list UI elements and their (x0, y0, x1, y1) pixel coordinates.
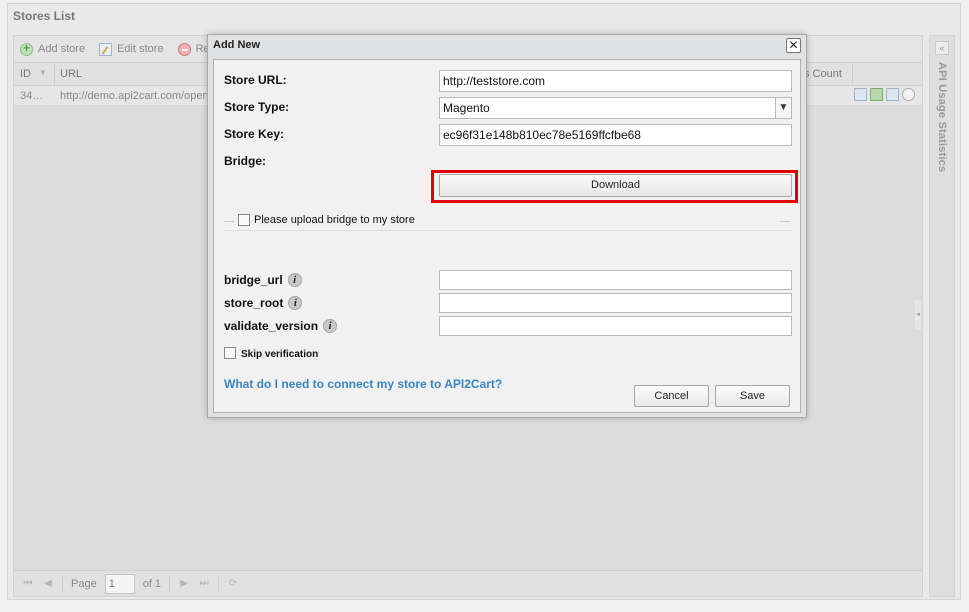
pager-divider (169, 575, 171, 592)
refresh-icon[interactable] (870, 88, 883, 101)
save-button[interactable]: Save (715, 385, 790, 407)
store-url-label: Store URL: (224, 73, 287, 87)
info-icon[interactable]: i (287, 273, 302, 287)
page-count-label: of 1 (142, 577, 162, 590)
dialog-form: Store URL: http://teststore.com Store Ty… (213, 59, 801, 413)
pagination-bar: ⏮ ◀ Page of 1 ▶ ⏭ ⟳ (14, 570, 922, 596)
row-url: http://demo.api2cart.com/open (60, 90, 209, 102)
bridge-url-input[interactable] (439, 270, 792, 290)
info-icon[interactable]: i (288, 296, 303, 310)
remove-store-button[interactable]: Re (177, 42, 210, 56)
fieldset-divider (224, 230, 792, 231)
close-icon[interactable]: ✕ (786, 38, 801, 53)
edit-icon (99, 42, 113, 56)
add-icon (20, 41, 33, 56)
window-title: Stores List (13, 9, 76, 23)
upload-bridge-legend: Please upload bridge to my store (254, 214, 415, 226)
row-id: 34… (20, 90, 44, 102)
add-store-label: Add store (38, 43, 86, 55)
side-panel-title[interactable]: API Usage Statistics (936, 62, 948, 172)
info-icon[interactable]: i (323, 319, 338, 333)
page-label: Page (71, 577, 97, 590)
store-type-label: Store Type: (224, 100, 290, 114)
skip-verification-label: Skip verification (241, 349, 319, 360)
pager-divider (218, 575, 220, 592)
column-header-count[interactable]: s Count (804, 68, 842, 80)
validate-version-input[interactable] (439, 316, 792, 336)
remove-icon (177, 42, 191, 56)
bridge-label: Bridge: (224, 154, 266, 168)
row-actions (854, 88, 915, 101)
pager-divider (62, 575, 63, 592)
api-usage-side-panel: « API Usage Statistics (929, 35, 955, 597)
last-page-icon[interactable]: ⏭ (198, 578, 210, 590)
bridge-url-text: bridge_url (224, 273, 283, 287)
first-page-icon[interactable]: ⏮ (22, 578, 34, 590)
store-url-input[interactable]: http://teststore.com (439, 70, 792, 92)
download-bridge-button[interactable]: Download (439, 174, 792, 197)
fieldset-border (224, 221, 234, 222)
add-new-dialog: Add New ✕ Store URL: http://teststore.co… (207, 34, 807, 418)
store-root-label: store_root i (224, 296, 303, 310)
bridge-url-label: bridge_url i (224, 273, 302, 287)
validate-version-label: validate_version i (224, 319, 338, 333)
store-root-text: store_root (224, 296, 284, 310)
chevron-down-icon[interactable]: ▼ (775, 98, 791, 118)
skip-verification-checkbox[interactable] (224, 347, 236, 359)
column-header-url[interactable]: URL (60, 68, 82, 80)
store-key-input[interactable]: ec96f31e148b810ec78e5169ffcfbe68 (439, 124, 792, 146)
edit-store-button[interactable]: Edit store (99, 42, 164, 56)
reload-icon[interactable]: ⟳ (227, 578, 239, 590)
edit-store-label: Edit store (117, 43, 164, 55)
store-type-value: Magento (443, 101, 490, 115)
details-icon[interactable] (854, 88, 867, 101)
store-type-select[interactable]: Magento ▼ (439, 97, 792, 119)
prev-page-icon[interactable]: ◀ (42, 578, 54, 590)
sort-down-icon[interactable]: ▼ (39, 68, 47, 77)
document-icon[interactable] (886, 88, 899, 101)
network-icon[interactable] (902, 88, 915, 101)
store-root-input[interactable] (439, 293, 792, 313)
fieldset-border (780, 221, 790, 222)
help-link[interactable]: What do I need to connect my store to AP… (224, 377, 502, 391)
validate-version-text: validate_version (224, 319, 319, 333)
column-header-id[interactable]: ID (20, 68, 31, 80)
add-store-button[interactable]: Add store (20, 41, 86, 56)
cancel-button[interactable]: Cancel (634, 385, 709, 407)
panel-splitter[interactable]: ◂ (915, 300, 921, 330)
collapse-icon[interactable]: « (935, 41, 949, 55)
page-number-input[interactable] (104, 573, 135, 594)
dialog-title: Add New (213, 39, 261, 51)
store-key-label: Store Key: (224, 127, 285, 141)
next-page-icon[interactable]: ▶ (178, 578, 190, 590)
upload-bridge-checkbox[interactable] (238, 214, 250, 226)
column-divider[interactable] (852, 63, 853, 85)
column-divider[interactable] (54, 63, 55, 85)
